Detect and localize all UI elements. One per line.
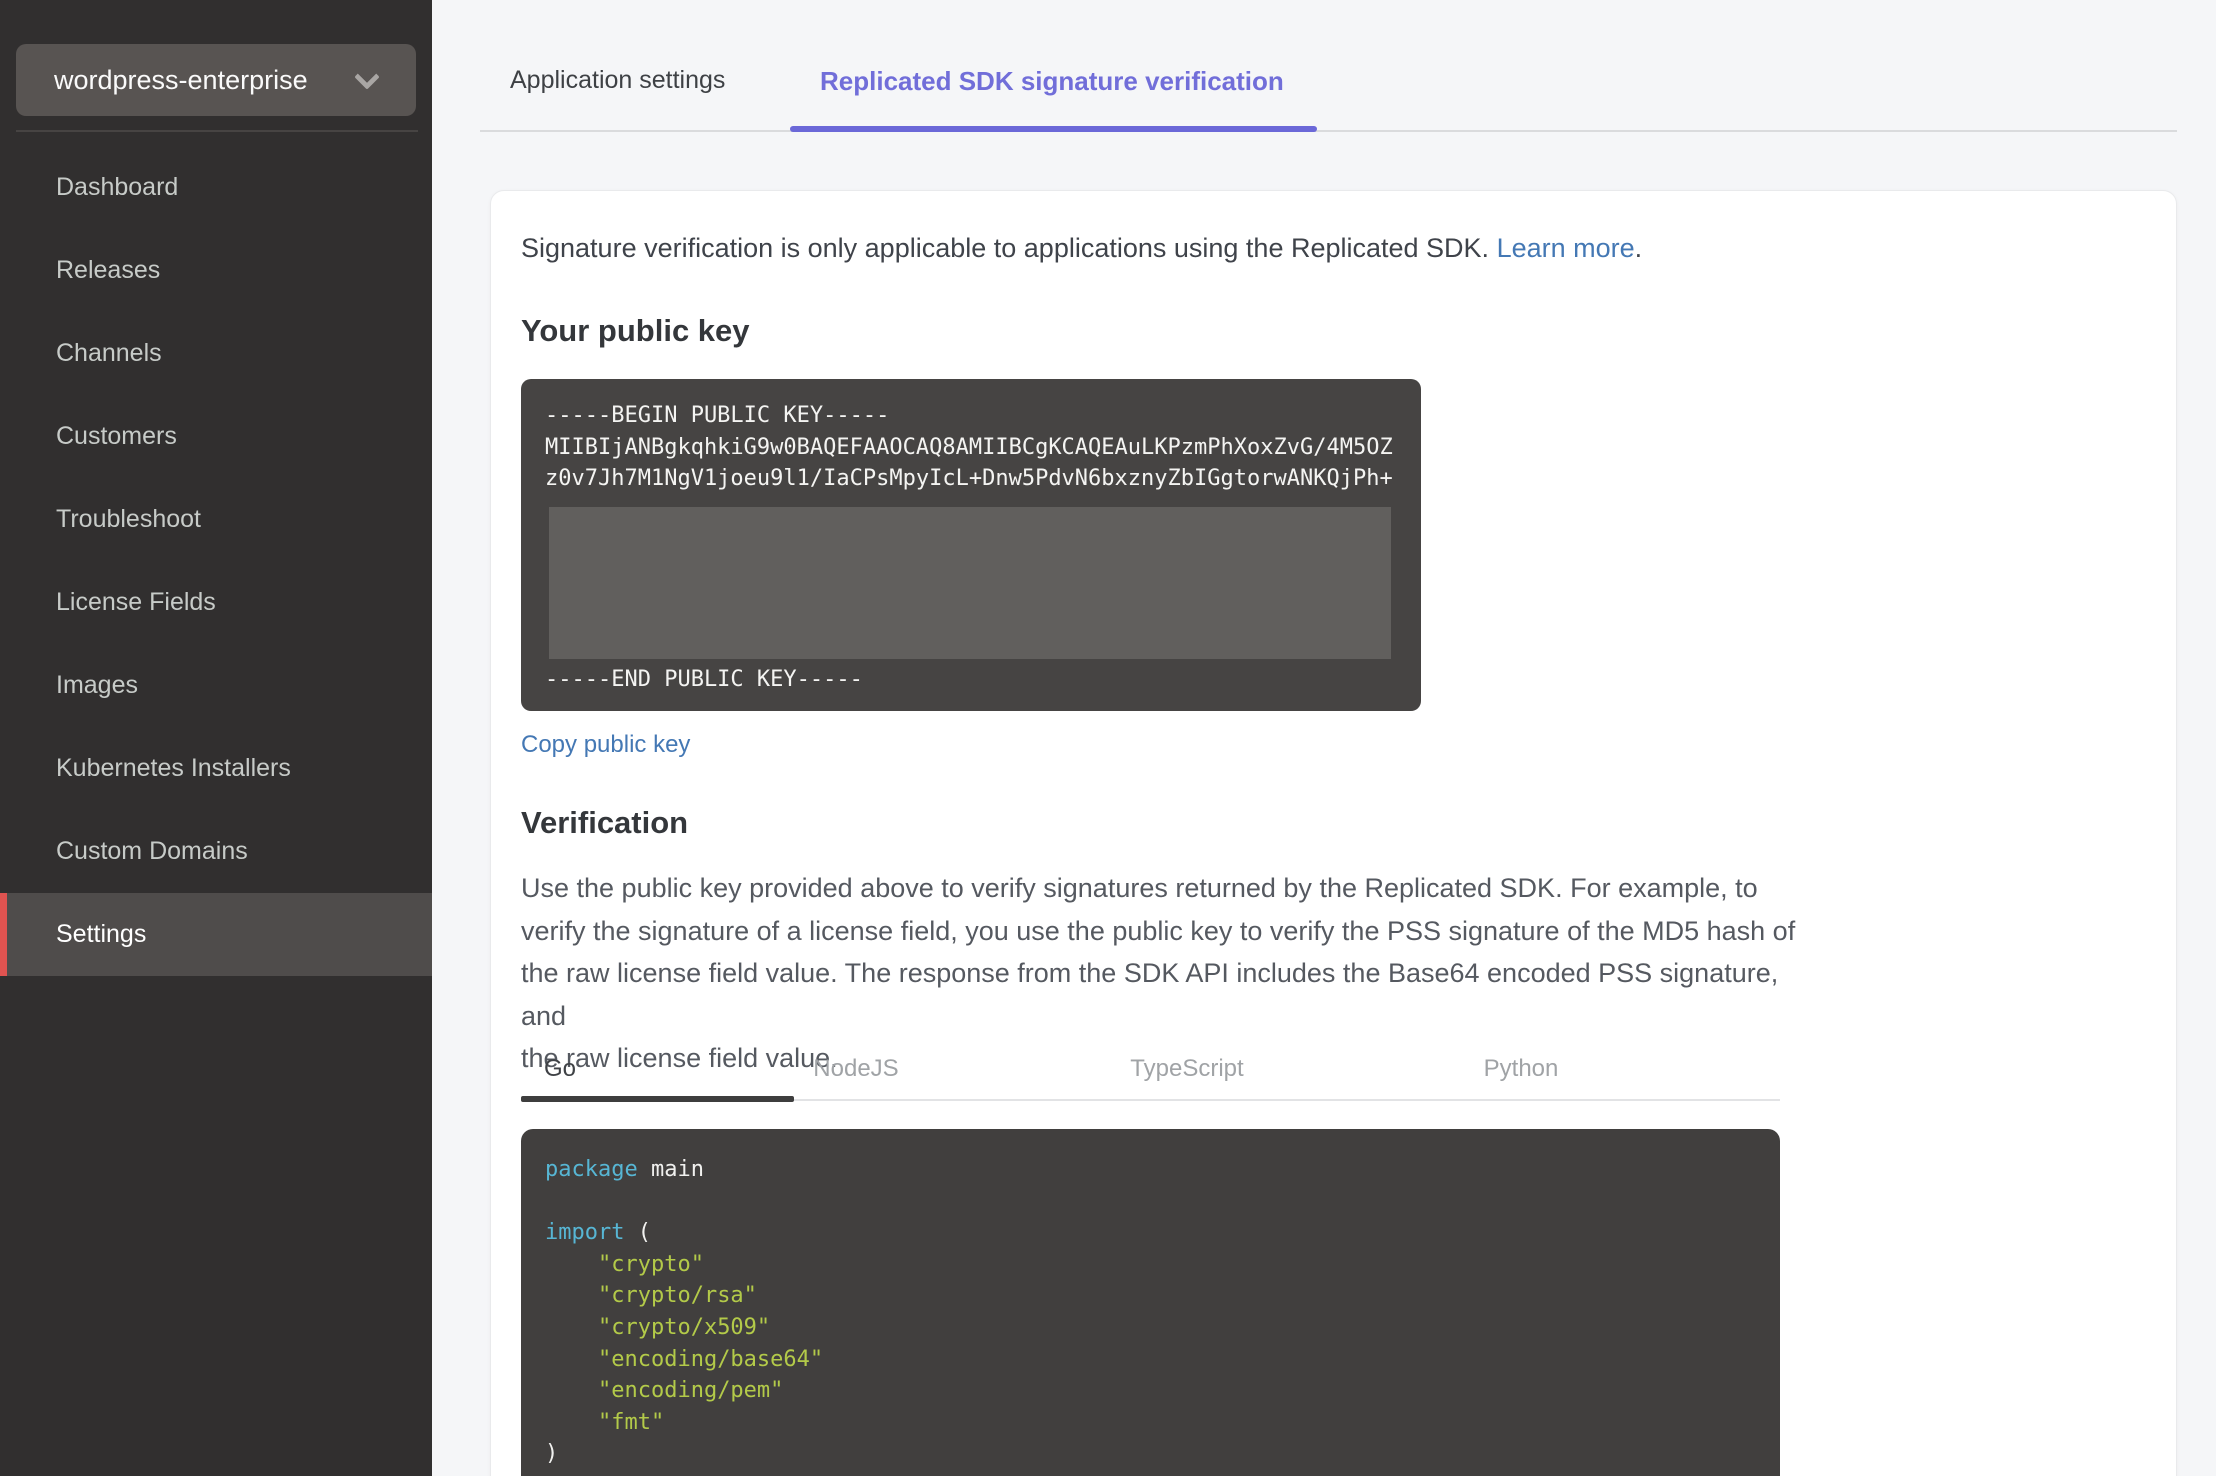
tabs-baseline <box>480 130 2177 132</box>
intro-text-body: Signature verification is only applicabl… <box>521 233 1497 263</box>
code-line: "crypto/rsa" <box>597 1283 757 1309</box>
sidebar-item-dashboard[interactable]: Dashboard <box>0 146 432 229</box>
app-selector-dropdown[interactable]: wordpress-enterprise <box>16 44 416 116</box>
tabs-active-underline <box>790 126 1317 132</box>
sidebar-item-license-fields[interactable]: License Fields <box>0 561 432 644</box>
code-line: package main <box>545 1157 704 1182</box>
sidebar-item-customers[interactable]: Customers <box>0 395 432 478</box>
public-key-textarea[interactable]: -----BEGIN PUBLIC KEY----- MIIBIjANBgkqh… <box>521 379 1421 711</box>
content-card: Signature verification is only applicabl… <box>490 190 2177 1476</box>
verification-description-line: verify the signature of a license field,… <box>521 915 1796 946</box>
sidebar-divider <box>16 130 418 132</box>
app-selector-label: wordpress-enterprise <box>54 65 308 95</box>
code-line: ) <box>545 1441 559 1467</box>
code-tab-python[interactable]: Python <box>1484 1055 1559 1083</box>
verification-title: Verification <box>521 805 689 840</box>
code-tabs-active-underline <box>521 1096 794 1102</box>
intro-text: Signature verification is only applicabl… <box>521 229 1642 267</box>
code-line: "fmt" <box>597 1409 665 1435</box>
public-key-title: Your public key <box>521 313 750 348</box>
code-line: import ( <box>545 1220 651 1246</box>
settings-tabs: Application settings Replicated SDK sign… <box>432 0 2216 190</box>
go-code-block: package main import ( "crypto" "crypto/r… <box>521 1129 1780 1476</box>
sidebar-item-releases[interactable]: Releases <box>0 229 432 312</box>
code-line: "encoding/pem" <box>597 1378 784 1404</box>
tab-sdk-signature-verification[interactable]: Replicated SDK signature verification <box>820 66 1284 97</box>
verification-description-line: Use the public key provided above to ver… <box>521 873 1758 903</box>
sidebar-item-custom-domains[interactable]: Custom Domains <box>0 810 432 893</box>
public-key-end-line: -----END PUBLIC KEY----- <box>545 666 863 692</box>
redacted-key-region <box>549 506 1391 659</box>
replicated-vendor-portal: wordpress-enterprise Dashboard Releases … <box>0 0 2216 1476</box>
public-key-line: -----BEGIN PUBLIC KEY----- <box>545 403 890 428</box>
code-tab-go[interactable]: Go <box>544 1055 576 1083</box>
learn-more-link[interactable]: Learn more <box>1497 233 1635 263</box>
sidebar-item-settings[interactable]: Settings <box>0 893 432 976</box>
code-tab-typescript[interactable]: TypeScript <box>1130 1055 1243 1083</box>
tab-application-settings[interactable]: Application settings <box>510 66 725 95</box>
sidebar: wordpress-enterprise Dashboard Releases … <box>0 0 432 1476</box>
sidebar-item-troubleshoot[interactable]: Troubleshoot <box>0 478 432 561</box>
verification-description-line: the raw license field value. The respons… <box>521 958 1779 1031</box>
code-line: "crypto/x509" <box>597 1314 771 1340</box>
intro-text-suffix: . <box>1634 233 1643 263</box>
code-line: "crypto" <box>597 1251 704 1277</box>
code-tab-nodejs[interactable]: NodeJS <box>813 1055 898 1083</box>
sidebar-item-images[interactable]: Images <box>0 644 432 727</box>
code-line: "encoding/base64" <box>597 1346 824 1372</box>
public-key-line: MIIBIjANBgkqhkiG9w0BAQEFAAOCAQ8AMIIBCgKC… <box>545 434 1393 460</box>
copy-public-key-link[interactable]: Copy public key <box>521 731 690 759</box>
sidebar-item-kubernetes-installers[interactable]: Kubernetes Installers <box>0 727 432 810</box>
verification-description: Use the public key provided above to ver… <box>521 867 1811 1080</box>
chevron-down-icon <box>354 64 380 90</box>
sidebar-item-channels[interactable]: Channels <box>0 312 432 395</box>
public-key-line: z0v7Jh7M1NgV1joeu9l1/IaCPsMpyIcL+Dnw5Pdv… <box>545 466 1393 491</box>
